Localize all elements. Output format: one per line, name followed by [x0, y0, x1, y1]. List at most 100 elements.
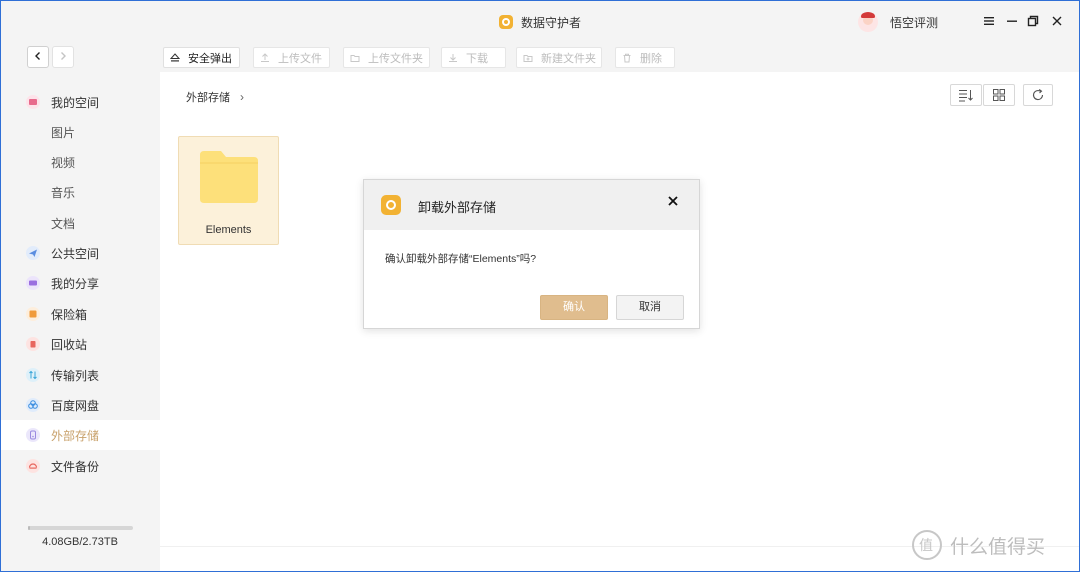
list-sort-icon: [959, 90, 973, 102]
sidebar-item-label: 文档: [51, 216, 76, 231]
minimize-icon: [1007, 20, 1017, 22]
watermark-logo-icon: [912, 530, 942, 560]
close-window-button[interactable]: [1048, 12, 1066, 32]
sidebar-item-my-space[interactable]: 我的空间: [0, 87, 160, 117]
download-button[interactable]: 下载: [441, 47, 506, 68]
chevron-left-icon: [35, 52, 40, 60]
watermark-text: 什么值得买: [950, 536, 1046, 558]
minimize-button[interactable]: [1003, 12, 1021, 32]
dialog-title: 卸载外部存储: [418, 200, 497, 215]
sidebar-item-external-storage[interactable]: 外部存储: [0, 420, 160, 450]
sidebar-item-label: 音乐: [51, 185, 76, 200]
download-label: 下载: [466, 52, 488, 65]
dialog-message: 确认卸载外部存储“Elements”吗?: [385, 253, 537, 265]
sidebar-item-label: 外部存储: [51, 428, 100, 443]
folder-icon: [200, 151, 258, 203]
sidebar-item-label: 公共空间: [51, 246, 100, 261]
sidebar-item-pictures[interactable]: 图片: [0, 117, 160, 147]
user-menu[interactable]: 悟空评测: [858, 12, 938, 32]
sidebar-item-recycle-bin[interactable]: 回收站: [0, 329, 160, 359]
close-icon: [1052, 16, 1062, 26]
sidebar-item-label: 视频: [51, 155, 76, 170]
new-folder-label: 新建文件夹: [541, 52, 596, 65]
sidebar-item-baidu-disk[interactable]: 百度网盘: [0, 390, 160, 420]
sidebar-item-documents[interactable]: 文档: [0, 208, 160, 238]
confirm-button[interactable]: 确认: [540, 295, 608, 320]
user-name: 悟空评测: [890, 15, 939, 30]
sidebar: 我的空间 图片 视频 音乐 文档 公共空间 我的分享 保险箱 回收站 传输列表 …: [0, 72, 160, 572]
sidebar-item-safe[interactable]: 保险箱: [0, 299, 160, 329]
close-icon: [668, 196, 678, 206]
back-button[interactable]: [27, 46, 49, 68]
title-bar: 数据守护者 悟空评测: [0, 0, 1080, 44]
list-view-button[interactable]: [950, 84, 982, 106]
sidebar-item-my-share[interactable]: 我的分享: [0, 268, 160, 298]
upload-file-icon: [261, 52, 269, 62]
app-logo-icon: [498, 15, 513, 29]
delete-label: 删除: [640, 52, 662, 65]
dialog-close-button[interactable]: [665, 194, 681, 212]
safe-icon: [26, 307, 40, 321]
upload-folder-icon: [350, 54, 360, 62]
sidebar-item-videos[interactable]: 视频: [0, 147, 160, 177]
grid-icon: [993, 89, 1005, 101]
grid-view-button[interactable]: [983, 84, 1015, 106]
cancel-button[interactable]: 取消: [616, 295, 684, 320]
refresh-icon: [1032, 89, 1044, 101]
avatar[interactable]: [858, 12, 878, 32]
sidebar-item-label: 回收站: [51, 337, 88, 352]
sidebar-item-label: 传输列表: [51, 368, 100, 383]
folder-item[interactable]: Elements: [178, 136, 279, 245]
upload-file-button[interactable]: 上传文件: [253, 47, 330, 68]
storage-usage-fill: [28, 526, 30, 530]
delete-button[interactable]: 删除: [615, 47, 675, 68]
storage-usage-bar: [28, 526, 133, 530]
recycle-bin-icon: [26, 337, 40, 351]
download-icon: [449, 53, 457, 62]
public-space-icon: [26, 246, 40, 260]
folder-name: Elements: [205, 224, 252, 236]
new-folder-button[interactable]: 新建文件夹: [516, 47, 602, 68]
forward-button[interactable]: [52, 46, 74, 68]
my-space-icon: [26, 95, 40, 109]
baidu-disk-icon: [26, 398, 40, 412]
eject-icon: [170, 52, 180, 61]
sidebar-item-transfer-list[interactable]: 传输列表: [0, 360, 160, 390]
app-title: 数据守护者: [520, 16, 581, 30]
sidebar-item-label: 文件备份: [51, 459, 100, 474]
restore-icon: [1027, 15, 1039, 27]
chevron-right-icon: [61, 52, 66, 60]
menu-button[interactable]: [980, 12, 998, 32]
sidebar-item-public-space[interactable]: 公共空间: [0, 238, 160, 268]
watermark: 什么值得买: [912, 530, 1045, 560]
upload-folder-label: 上传文件夹: [368, 52, 423, 65]
sidebar-item-music[interactable]: 音乐: [0, 177, 160, 207]
restore-button[interactable]: [1024, 12, 1042, 32]
file-backup-icon: [26, 459, 40, 473]
safe-eject-button[interactable]: 安全弹出: [163, 47, 240, 68]
new-folder-icon: [523, 54, 533, 62]
app-logo-icon: [381, 195, 401, 215]
share-icon: [26, 276, 40, 290]
sidebar-item-label: 百度网盘: [51, 398, 100, 413]
breadcrumb: 外部存储 ›: [186, 89, 244, 105]
delete-icon: [623, 53, 631, 62]
transfer-list-icon: [26, 368, 40, 382]
sidebar-item-label: 我的分享: [51, 276, 100, 291]
breadcrumb-item[interactable]: 外部存储: [186, 89, 230, 105]
external-storage-icon: [26, 428, 40, 442]
hamburger-icon: [984, 17, 994, 25]
refresh-button[interactable]: [1023, 84, 1053, 106]
dialog-header: 卸载外部存储: [364, 180, 699, 230]
sidebar-item-label: 图片: [51, 125, 76, 140]
sidebar-item-label: 我的空间: [51, 95, 100, 110]
upload-file-label: 上传文件: [278, 52, 322, 65]
sidebar-item-file-backup[interactable]: 文件备份: [0, 451, 160, 481]
safe-eject-label: 安全弹出: [188, 52, 232, 65]
sidebar-item-label: 保险箱: [51, 307, 88, 322]
breadcrumb-separator-icon: ›: [240, 90, 244, 104]
upload-folder-button[interactable]: 上传文件夹: [343, 47, 430, 68]
toolbar: 安全弹出 上传文件 上传文件夹 下载 新建文件夹 删除: [0, 44, 1080, 72]
unmount-dialog: 卸载外部存储 确认卸载外部存储“Elements”吗? 确认 取消: [363, 179, 700, 329]
storage-usage-text: 4.08GB/2.73TB: [42, 536, 118, 548]
